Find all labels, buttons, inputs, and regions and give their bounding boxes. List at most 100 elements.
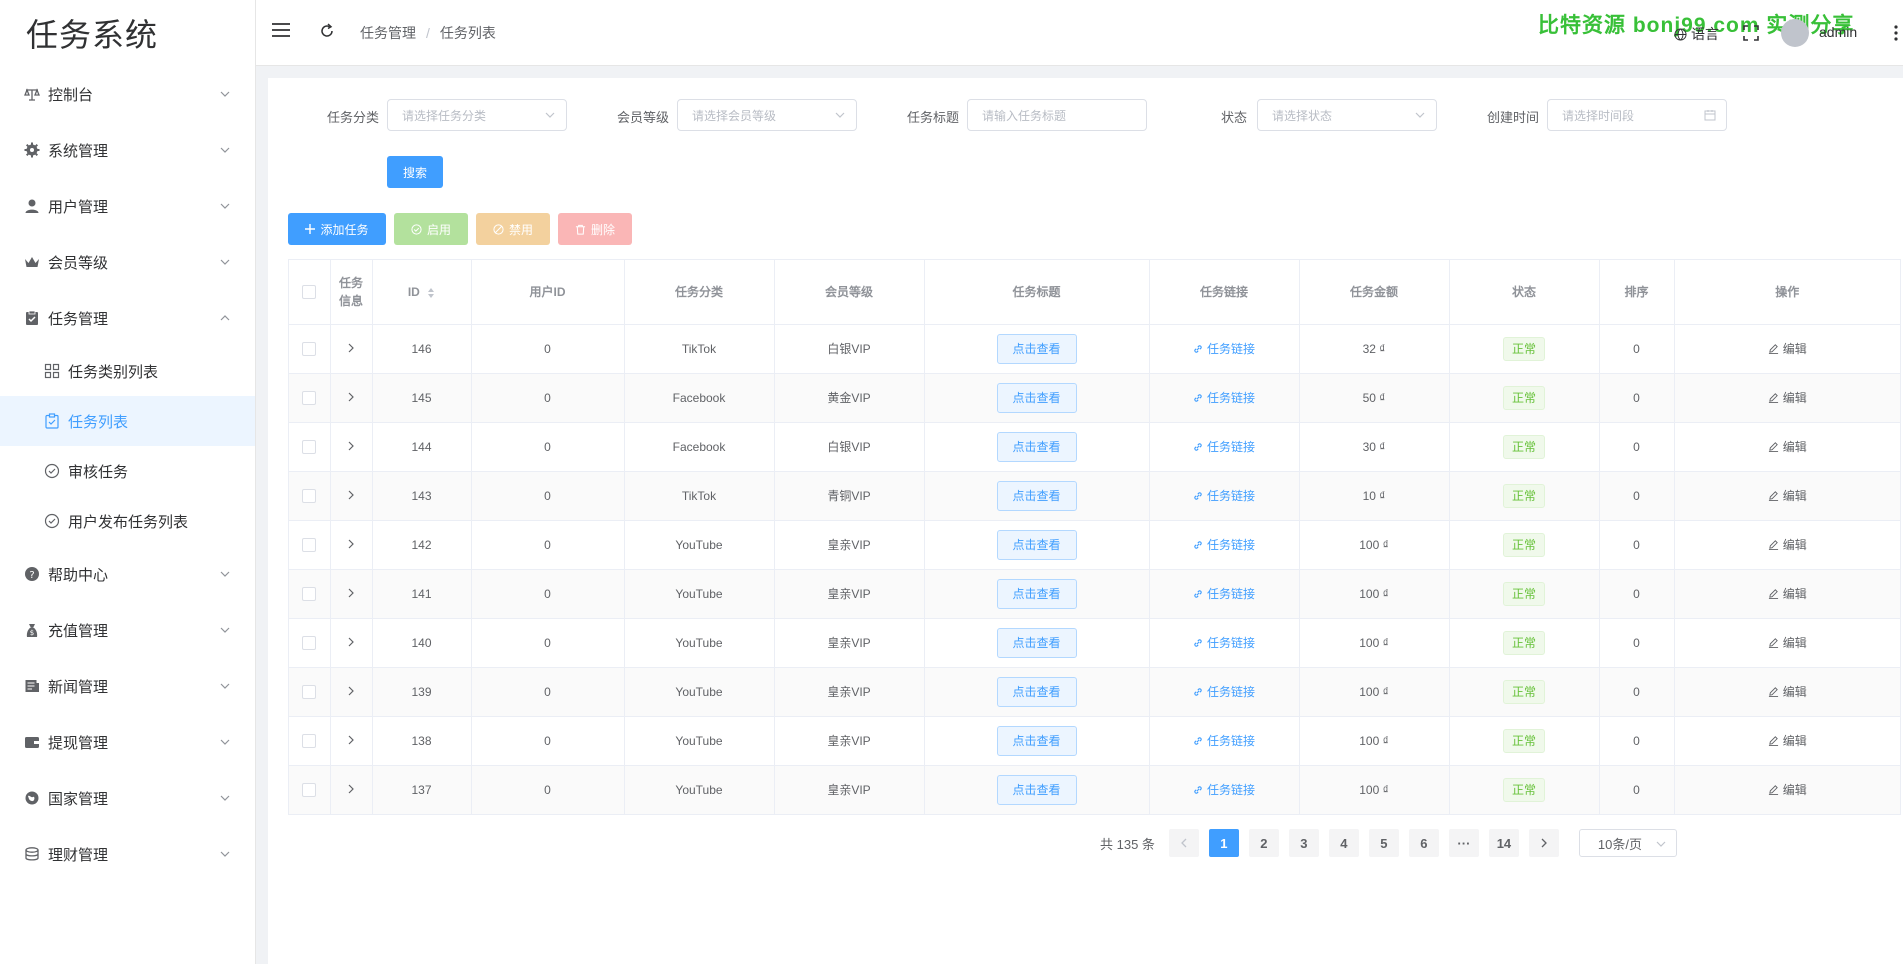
language-switcher[interactable]: 语言 [1674,24,1719,44]
sidebar-item-withdraw[interactable]: 提现管理 [0,714,255,770]
view-title-button[interactable]: 点击查看 [996,382,1077,413]
row-checkbox[interactable] [302,783,317,798]
task-link[interactable]: 任务链接 [1193,438,1255,455]
task-link[interactable]: 任务链接 [1193,781,1255,798]
sidebar-item-system[interactable]: 系统管理 [0,122,255,178]
table-row[interactable]: 144 0 Facebook 白银VIP 点击查看 任务链接 30 ₫ 正常 0 编辑 [289,422,1900,472]
view-title-button[interactable]: 点击查看 [996,774,1077,805]
view-title-button[interactable]: 点击查看 [996,676,1077,707]
disable-button[interactable]: 禁用 [476,213,550,245]
chevron-right-icon[interactable] [346,637,356,647]
page-button[interactable]: 4 [1328,829,1359,857]
row-checkbox[interactable] [302,586,317,601]
sidebar-item-task-management[interactable]: 任务管理 [0,290,255,346]
chevron-right-icon[interactable] [346,686,356,696]
row-checkbox[interactable] [302,390,317,405]
chevron-right-icon[interactable] [346,343,356,353]
view-title-button[interactable]: 点击查看 [996,333,1077,364]
enable-button[interactable]: 启用 [394,213,468,245]
search-button[interactable]: 搜索 [387,156,443,188]
table-row[interactable]: 138 0 YouTube 皇亲VIP 点击查看 任务链接 100 ₫ 正常 0 编辑 [289,716,1900,766]
hamburger-icon[interactable] [272,22,290,38]
sidebar-item-task-list[interactable]: 任务列表 [0,396,255,446]
row-checkbox[interactable] [302,733,317,748]
task-title-input[interactable]: 请输入任务标题 [967,99,1147,131]
edit-button[interactable]: 编辑 [1768,732,1807,749]
table-row[interactable]: 139 0 YouTube 皇亲VIP 点击查看 任务链接 100 ₫ 正常 0 编辑 [289,667,1900,717]
row-checkbox[interactable] [302,488,317,503]
select-all-checkbox[interactable] [302,285,317,300]
table-row[interactable]: 146 0 TikTok 白银VIP 点击查看 任务链接 32 ₫ 正常 0 编辑 [289,324,1900,374]
page-button[interactable]: 6 [1408,829,1439,857]
created-time-range-picker[interactable]: 请选择时间段 [1547,99,1727,131]
edit-button[interactable]: 编辑 [1768,585,1807,602]
view-title-button[interactable]: 点击查看 [996,431,1077,462]
sort-icon[interactable] [427,287,435,299]
refresh-icon[interactable] [318,22,336,40]
add-task-button[interactable]: 添加任务 [288,213,386,245]
chevron-right-icon[interactable] [346,588,356,598]
category-select[interactable]: 请选择任务分类 [387,99,567,131]
table-row[interactable]: 141 0 YouTube 皇亲VIP 点击查看 任务链接 100 ₫ 正常 0 编辑 [289,569,1900,619]
edit-button[interactable]: 编辑 [1768,634,1807,651]
table-row[interactable]: 137 0 YouTube 皇亲VIP 点击查看 任务链接 100 ₫ 正常 0 编辑 [289,765,1900,814]
sidebar-item-users[interactable]: 用户管理 [0,178,255,234]
row-checkbox[interactable] [302,537,317,552]
view-title-button[interactable]: 点击查看 [996,725,1077,756]
chevron-right-icon[interactable] [346,735,356,745]
row-checkbox[interactable] [302,635,317,650]
sidebar-item-help[interactable]: ? 帮助中心 [0,546,255,602]
username[interactable]: admin [1819,24,1857,40]
task-link[interactable]: 任务链接 [1193,340,1255,357]
row-checkbox[interactable] [302,341,317,356]
edit-button[interactable]: 编辑 [1768,438,1807,455]
fullscreen-icon[interactable] [1742,24,1760,42]
sidebar-item-member-level[interactable]: 会员等级 [0,234,255,290]
edit-button[interactable]: 编辑 [1768,683,1807,700]
view-title-button[interactable]: 点击查看 [996,627,1077,658]
breadcrumb-item-task-management[interactable]: 任务管理 [360,23,416,43]
more-vertical-icon[interactable] [1892,24,1900,42]
task-link[interactable]: 任务链接 [1193,487,1255,504]
chevron-right-icon[interactable] [346,539,356,549]
table-row[interactable]: 140 0 YouTube 皇亲VIP 点击查看 任务链接 100 ₫ 正常 0 编辑 [289,618,1900,668]
table-row[interactable]: 145 0 Facebook 黄金VIP 点击查看 任务链接 50 ₫ 正常 0 编辑 [289,373,1900,423]
member-level-select[interactable]: 请选择会员等级 [677,99,857,131]
edit-button[interactable]: 编辑 [1768,487,1807,504]
edit-button[interactable]: 编辑 [1768,340,1807,357]
view-title-button[interactable]: 点击查看 [996,578,1077,609]
sidebar-item-countries[interactable]: 国家管理 [0,770,255,826]
task-link[interactable]: 任务链接 [1193,585,1255,602]
sidebar-item-user-published-tasks[interactable]: 用户发布任务列表 [0,496,255,546]
page-size-select[interactable]: 10条/页 [1578,829,1677,857]
sidebar-item-review-tasks[interactable]: 审核任务 [0,446,255,496]
edit-button[interactable]: 编辑 [1768,781,1807,798]
view-title-button[interactable]: 点击查看 [996,480,1077,511]
page-button[interactable]: 3 [1288,829,1319,857]
task-link[interactable]: 任务链接 [1193,634,1255,651]
page-button[interactable]: 14 [1488,829,1519,857]
sidebar-item-task-categories[interactable]: 任务类别列表 [0,346,255,396]
chevron-right-icon[interactable] [346,441,356,451]
task-link[interactable]: 任务链接 [1193,536,1255,553]
status-select[interactable]: 请选择状态 [1257,99,1437,131]
next-page-button[interactable] [1528,829,1559,857]
task-link[interactable]: 任务链接 [1193,732,1255,749]
pagination-ellipsis[interactable]: ··· [1448,829,1479,857]
page-button[interactable]: 2 [1248,829,1279,857]
prev-page-button[interactable] [1168,829,1199,857]
row-checkbox[interactable] [302,439,317,454]
sidebar-item-news[interactable]: 新闻管理 [0,658,255,714]
chevron-right-icon[interactable] [346,490,356,500]
delete-button[interactable]: 删除 [558,213,632,245]
row-checkbox[interactable] [302,684,317,699]
column-header-id[interactable]: ID [372,260,472,325]
chevron-right-icon[interactable] [346,392,356,402]
edit-button[interactable]: 编辑 [1768,389,1807,406]
sidebar-item-finance[interactable]: 理财管理 [0,826,255,882]
edit-button[interactable]: 编辑 [1768,536,1807,553]
page-button[interactable]: 5 [1368,829,1399,857]
table-row[interactable]: 143 0 TikTok 青铜VIP 点击查看 任务链接 10 ₫ 正常 0 编辑 [289,471,1900,521]
task-link[interactable]: 任务链接 [1193,683,1255,700]
page-button[interactable]: 1 [1208,829,1239,857]
